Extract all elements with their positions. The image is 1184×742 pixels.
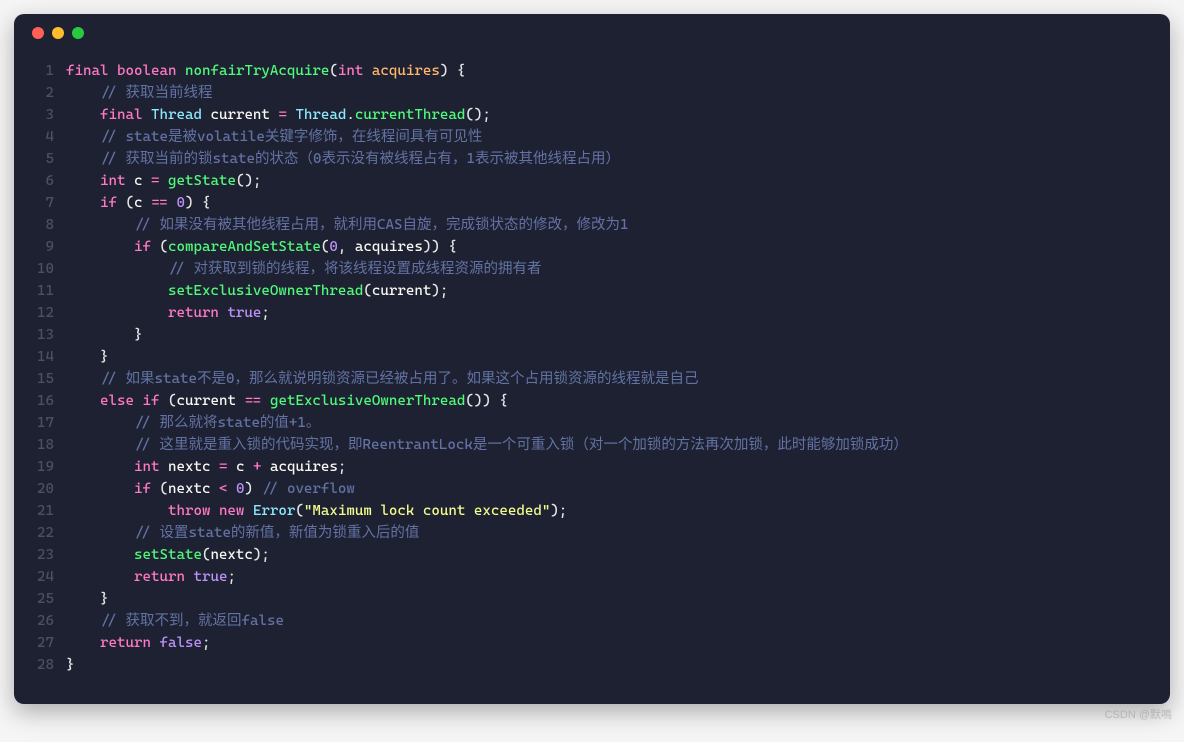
code-line: 5 // 获取当前的锁state的状态（0表示没有被线程占有，1表示被其他线程占…	[14, 148, 1170, 170]
line-number: 21	[14, 500, 66, 522]
titlebar	[14, 14, 1170, 52]
code-line: 27 return false;	[14, 632, 1170, 654]
code-line: 2 // 获取当前线程	[14, 82, 1170, 104]
maximize-icon[interactable]	[72, 27, 84, 39]
line-number: 8	[14, 214, 66, 236]
code-content[interactable]: return false;	[66, 632, 1170, 654]
code-content[interactable]: // 获取不到，就返回false	[66, 610, 1170, 632]
code-content[interactable]: // 如果没有被其他线程占用，就利用CAS自旋，完成锁状态的修改，修改为1	[66, 214, 1170, 236]
code-content[interactable]: if (c == 0) {	[66, 192, 1170, 214]
code-line: 26 // 获取不到，就返回false	[14, 610, 1170, 632]
code-content[interactable]: // 这里就是重入锁的代码实现，即ReentrantLock是一个可重入锁（对一…	[66, 434, 1170, 456]
code-line: 22 // 设置state的新值，新值为锁重入后的值	[14, 522, 1170, 544]
code-content[interactable]: // 获取当前线程	[66, 82, 1170, 104]
code-content[interactable]: final boolean nonfairTryAcquire(int acqu…	[66, 60, 1170, 82]
code-content[interactable]: return true;	[66, 566, 1170, 588]
code-line: 28}	[14, 654, 1170, 676]
line-number: 6	[14, 170, 66, 192]
line-number: 20	[14, 478, 66, 500]
code-content[interactable]: int c = getState();	[66, 170, 1170, 192]
line-number: 28	[14, 654, 66, 676]
code-content[interactable]: // 对获取到锁的线程，将该线程设置成线程资源的拥有者	[66, 258, 1170, 280]
line-number: 3	[14, 104, 66, 126]
code-line: 19 int nextc = c + acquires;	[14, 456, 1170, 478]
code-line: 23 setState(nextc);	[14, 544, 1170, 566]
code-line: 7 if (c == 0) {	[14, 192, 1170, 214]
line-number: 23	[14, 544, 66, 566]
line-number: 14	[14, 346, 66, 368]
line-number: 13	[14, 324, 66, 346]
code-line: 11 setExclusiveOwnerThread(current);	[14, 280, 1170, 302]
watermark: CSDN @默鳴	[1105, 706, 1172, 722]
code-content[interactable]: // 那么就将state的值+1。	[66, 412, 1170, 434]
code-content[interactable]: }	[66, 324, 1170, 346]
line-number: 26	[14, 610, 66, 632]
code-content[interactable]: throw new Error("Maximum lock count exce…	[66, 500, 1170, 522]
line-number: 16	[14, 390, 66, 412]
line-number: 7	[14, 192, 66, 214]
line-number: 24	[14, 566, 66, 588]
code-content[interactable]: final Thread current = Thread.currentThr…	[66, 104, 1170, 126]
code-line: 1final boolean nonfairTryAcquire(int acq…	[14, 60, 1170, 82]
code-line: 12 return true;	[14, 302, 1170, 324]
editor-window: 1final boolean nonfairTryAcquire(int acq…	[14, 14, 1170, 704]
code-content[interactable]: else if (current == getExclusiveOwnerThr…	[66, 390, 1170, 412]
code-content[interactable]: setState(nextc);	[66, 544, 1170, 566]
code-line: 14 }	[14, 346, 1170, 368]
code-content[interactable]: if (nextc < 0) // overflow	[66, 478, 1170, 500]
code-line: 4 // state是被volatile关键字修饰，在线程间具有可见性	[14, 126, 1170, 148]
code-content[interactable]: int nextc = c + acquires;	[66, 456, 1170, 478]
line-number: 15	[14, 368, 66, 390]
code-area[interactable]: 1final boolean nonfairTryAcquire(int acq…	[14, 52, 1170, 690]
line-number: 12	[14, 302, 66, 324]
line-number: 4	[14, 126, 66, 148]
line-number: 27	[14, 632, 66, 654]
code-line: 17 // 那么就将state的值+1。	[14, 412, 1170, 434]
line-number: 9	[14, 236, 66, 258]
code-content[interactable]: return true;	[66, 302, 1170, 324]
code-line: 13 }	[14, 324, 1170, 346]
code-line: 21 throw new Error("Maximum lock count e…	[14, 500, 1170, 522]
code-line: 15 // 如果state不是0，那么就说明锁资源已经被占用了。如果这个占用锁资…	[14, 368, 1170, 390]
line-number: 22	[14, 522, 66, 544]
code-content[interactable]: setExclusiveOwnerThread(current);	[66, 280, 1170, 302]
line-number: 5	[14, 148, 66, 170]
code-content[interactable]: }	[66, 588, 1170, 610]
code-line: 9 if (compareAndSetState(0, acquires)) {	[14, 236, 1170, 258]
line-number: 19	[14, 456, 66, 478]
code-content[interactable]: // 获取当前的锁state的状态（0表示没有被线程占有，1表示被其他线程占用）	[66, 148, 1170, 170]
code-content[interactable]: }	[66, 346, 1170, 368]
code-line: 3 final Thread current = Thread.currentT…	[14, 104, 1170, 126]
code-line: 25 }	[14, 588, 1170, 610]
line-number: 11	[14, 280, 66, 302]
line-number: 2	[14, 82, 66, 104]
minimize-icon[interactable]	[52, 27, 64, 39]
code-line: 6 int c = getState();	[14, 170, 1170, 192]
code-line: 20 if (nextc < 0) // overflow	[14, 478, 1170, 500]
line-number: 1	[14, 60, 66, 82]
code-content[interactable]: }	[66, 654, 1170, 676]
line-number: 10	[14, 258, 66, 280]
close-icon[interactable]	[32, 27, 44, 39]
line-number: 25	[14, 588, 66, 610]
code-content[interactable]: if (compareAndSetState(0, acquires)) {	[66, 236, 1170, 258]
code-line: 10 // 对获取到锁的线程，将该线程设置成线程资源的拥有者	[14, 258, 1170, 280]
code-content[interactable]: // 设置state的新值，新值为锁重入后的值	[66, 522, 1170, 544]
code-line: 24 return true;	[14, 566, 1170, 588]
code-line: 16 else if (current == getExclusiveOwner…	[14, 390, 1170, 412]
line-number: 18	[14, 434, 66, 456]
code-content[interactable]: // state是被volatile关键字修饰，在线程间具有可见性	[66, 126, 1170, 148]
line-number: 17	[14, 412, 66, 434]
code-content[interactable]: // 如果state不是0，那么就说明锁资源已经被占用了。如果这个占用锁资源的线…	[66, 368, 1170, 390]
code-line: 18 // 这里就是重入锁的代码实现，即ReentrantLock是一个可重入锁…	[14, 434, 1170, 456]
code-line: 8 // 如果没有被其他线程占用，就利用CAS自旋，完成锁状态的修改，修改为1	[14, 214, 1170, 236]
